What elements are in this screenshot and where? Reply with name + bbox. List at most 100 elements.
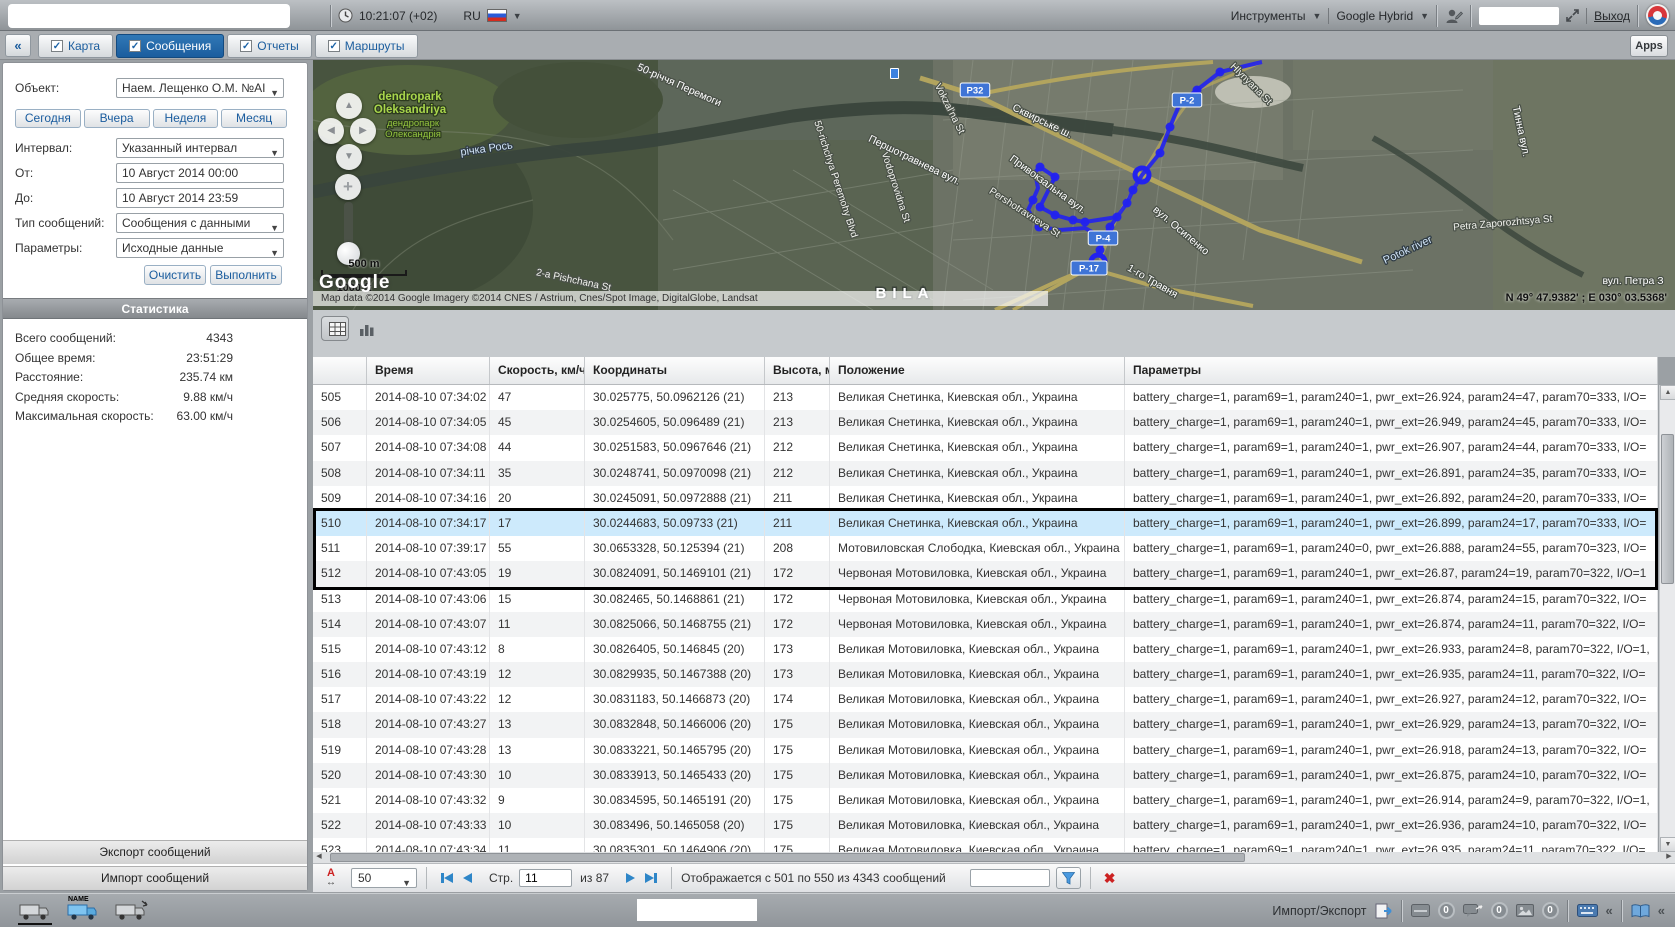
tab-Отчеты[interactable]: ✓Отчеты: [227, 34, 311, 58]
table-row[interactable]: 5222014-08-10 07:43:331030.083496, 50.14…: [313, 813, 1658, 838]
last-page-button[interactable]: [645, 873, 657, 883]
pan-left-button[interactable]: ◀: [318, 118, 344, 144]
scroll-right-arrow[interactable]: ▶: [1663, 852, 1675, 863]
tab-Карта[interactable]: ✓Карта: [38, 34, 113, 58]
table-row[interactable]: 5192014-08-10 07:43:281330.0833221, 50.1…: [313, 738, 1658, 763]
table-row[interactable]: 5162014-08-10 07:43:191230.0829935, 50.1…: [313, 662, 1658, 687]
column-header[interactable]: Время: [367, 357, 490, 384]
close-icon[interactable]: ✖: [1104, 870, 1116, 887]
map-canvas[interactable]: dendroparkOleksandriyaдендропаркОлександ…: [313, 60, 1675, 310]
table-row[interactable]: 5152014-08-10 07:43:12830.0826405, 50.14…: [313, 637, 1658, 662]
tools-menu[interactable]: Инструменты: [1231, 9, 1306, 23]
autofit-columns-button[interactable]: A↔: [323, 869, 339, 887]
filter-input[interactable]: [970, 869, 1050, 887]
checkbox-icon[interactable]: ✓: [129, 40, 141, 52]
checkbox-icon[interactable]: ✓: [328, 40, 340, 52]
interval-select[interactable]: Указанный интервал▼: [116, 138, 284, 158]
pan-down-button[interactable]: ▼: [336, 144, 362, 170]
column-header[interactable]: Координаты: [585, 357, 765, 384]
logout-link[interactable]: Выход: [1594, 9, 1630, 23]
clear-button[interactable]: Очистить: [144, 265, 206, 285]
table-view-button[interactable]: [321, 316, 349, 341]
table-row[interactable]: 5112014-08-10 07:39:175530.0653328, 50.1…: [313, 536, 1658, 561]
from-input[interactable]: [116, 163, 284, 183]
scroll-left-arrow[interactable]: ◀: [313, 852, 325, 863]
keyboard-icon[interactable]: [1577, 904, 1598, 917]
chevron-down-icon[interactable]: ▼: [513, 11, 522, 21]
table-row[interactable]: 5232014-08-10 07:43:341130.0835301, 50.1…: [313, 838, 1658, 852]
log-book-icon[interactable]: [1631, 904, 1650, 918]
vertical-scroll-thumb[interactable]: [1661, 434, 1674, 584]
import-export-icon[interactable]: [1375, 903, 1393, 919]
column-header[interactable]: Параметры: [1125, 357, 1658, 384]
checkbox-icon[interactable]: ✓: [51, 40, 63, 52]
table-cell: 30.0834595, 50.1465191 (20): [585, 788, 765, 813]
apps-button[interactable]: Apps: [1630, 35, 1668, 57]
chart-view-button[interactable]: [353, 316, 381, 341]
first-page-button[interactable]: [441, 873, 453, 883]
to-input[interactable]: [116, 188, 284, 208]
language-label[interactable]: RU: [463, 9, 480, 23]
range-button[interactable]: Месяц: [221, 109, 287, 128]
table-row[interactable]: 5062014-08-10 07:34:054530.0254605, 50.0…: [313, 410, 1658, 435]
page-size-select[interactable]: 50▼: [351, 868, 417, 888]
table-row[interactable]: 5182014-08-10 07:43:271330.0832848, 50.1…: [313, 712, 1658, 737]
russian-flag-icon[interactable]: [487, 9, 507, 22]
chevron-down-icon[interactable]: ▼: [1420, 11, 1429, 21]
horizontal-scrollbar[interactable]: ◀ ▶: [313, 852, 1675, 863]
zoom-in-button[interactable]: +: [335, 174, 361, 200]
unit-truck-icon-add[interactable]: [114, 897, 148, 925]
table-row[interactable]: 5122014-08-10 07:43:051930.0824091, 50.1…: [313, 561, 1658, 586]
range-button[interactable]: Сегодня: [15, 109, 81, 128]
table-row[interactable]: 5052014-08-10 07:34:024730.025775, 50.09…: [313, 385, 1658, 410]
export-messages-button[interactable]: Экспорт сообщений: [3, 840, 307, 864]
tab-Маршруты[interactable]: ✓Маршруты: [315, 34, 418, 58]
table-row[interactable]: 5202014-08-10 07:43:301030.0833913, 50.1…: [313, 763, 1658, 788]
photo-icon[interactable]: [1516, 904, 1534, 917]
message-type-select[interactable]: Сообщения с данными▼: [116, 213, 284, 233]
user-settings-icon[interactable]: [1445, 8, 1463, 24]
object-select[interactable]: Наем. Лещенко О.М. №АІ▼: [116, 78, 284, 98]
expand-log-icon[interactable]: «: [1658, 903, 1665, 918]
table-row[interactable]: 5092014-08-10 07:34:162030.0245091, 50.0…: [313, 486, 1658, 511]
expand-icon[interactable]: [1566, 9, 1579, 22]
table-row[interactable]: 5102014-08-10 07:34:171730.0244683, 50.0…: [313, 511, 1658, 536]
table-row[interactable]: 5172014-08-10 07:43:221230.0831183, 50.1…: [313, 687, 1658, 712]
pan-right-button[interactable]: ▶: [350, 118, 376, 144]
notification-icon[interactable]: [1411, 904, 1430, 917]
range-button[interactable]: Неделя: [153, 109, 219, 128]
scroll-up-arrow[interactable]: ▲: [1660, 385, 1675, 400]
unit-truck-icon-1[interactable]: [18, 897, 52, 925]
execute-button[interactable]: Выполнить: [210, 265, 282, 285]
import-export-label[interactable]: Импорт/Экспорт: [1272, 904, 1366, 918]
chevron-down-icon[interactable]: ▼: [1313, 11, 1322, 21]
range-button[interactable]: Вчера: [84, 109, 150, 128]
collapse-panel-button[interactable]: «: [5, 34, 31, 57]
table-row[interactable]: 5072014-08-10 07:34:084430.0251583, 50.0…: [313, 435, 1658, 460]
expand-panel-icon[interactable]: «: [1606, 903, 1613, 918]
map-source-menu[interactable]: Google Hybrid: [1336, 9, 1413, 23]
table-row[interactable]: 5212014-08-10 07:43:32930.0834595, 50.14…: [313, 788, 1658, 813]
tab-Сообщения[interactable]: ✓Сообщения: [116, 34, 224, 58]
prev-page-button[interactable]: [463, 873, 472, 883]
pan-up-button[interactable]: ▲: [336, 93, 362, 119]
next-page-button[interactable]: [626, 873, 635, 883]
chat-icon[interactable]: [1463, 904, 1483, 918]
table-row[interactable]: 5132014-08-10 07:43:061530.082465, 50.14…: [313, 587, 1658, 612]
column-header[interactable]: Высота, м: [765, 357, 830, 384]
page-number-input[interactable]: [519, 869, 572, 887]
table-row[interactable]: 5142014-08-10 07:43:071130.0825066, 50.1…: [313, 612, 1658, 637]
horizontal-scroll-thumb[interactable]: [330, 853, 1245, 862]
table-cell: 35: [490, 461, 585, 486]
vertical-scrollbar[interactable]: ▲ ▼: [1659, 385, 1675, 852]
column-header[interactable]: [313, 357, 367, 384]
parameters-select[interactable]: Исходные данные▼: [116, 238, 284, 258]
table-row[interactable]: 5082014-08-10 07:34:113530.0248741, 50.0…: [313, 461, 1658, 486]
column-header[interactable]: Скорость, км/ч: [490, 357, 585, 384]
scroll-down-arrow[interactable]: ▼: [1660, 837, 1675, 852]
column-header[interactable]: Положение: [830, 357, 1125, 384]
unit-truck-icon-selected[interactable]: NAME: [66, 897, 100, 925]
import-messages-button[interactable]: Импорт сообщений: [3, 866, 307, 890]
filter-button[interactable]: [1056, 867, 1081, 889]
checkbox-icon[interactable]: ✓: [240, 40, 252, 52]
